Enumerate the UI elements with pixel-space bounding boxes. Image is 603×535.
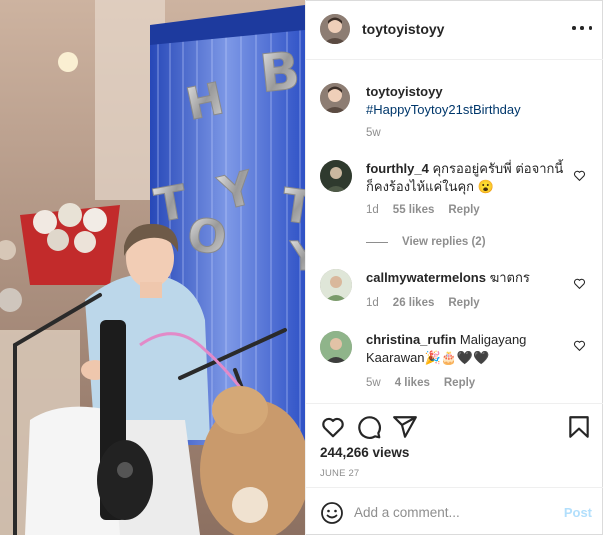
- reply-button[interactable]: Reply: [448, 204, 479, 216]
- comment-age[interactable]: 1d: [366, 204, 379, 216]
- post-video[interactable]: H B T O Y T Y: [0, 0, 305, 535]
- comment-likes[interactable]: 55 likes: [393, 204, 435, 216]
- view-count[interactable]: 244,266 views: [320, 445, 409, 460]
- reply-button[interactable]: Reply: [448, 297, 479, 309]
- comment-item: christina_rufin Maligayang Kaarawan🎉🎂🖤🖤 …: [320, 331, 590, 401]
- comment-icon[interactable]: [356, 414, 382, 440]
- divider-line: [366, 241, 388, 243]
- comment-age[interactable]: 1d: [366, 297, 379, 309]
- view-replies-label: View replies (2): [402, 236, 486, 248]
- share-icon[interactable]: [392, 414, 418, 440]
- comment-text: ฆาตกร: [489, 270, 530, 285]
- post-header: toytoyistoyy: [306, 0, 603, 60]
- wall-light: [58, 52, 78, 72]
- comment-username[interactable]: callmywatermelons: [366, 270, 486, 285]
- heart-icon[interactable]: [573, 339, 586, 352]
- comment-username[interactable]: christina_rufin: [366, 332, 456, 347]
- post-sidebar: toytoyistoyy toytoyistoyy #HappyToytoy21…: [305, 0, 603, 535]
- heart-icon[interactable]: [320, 414, 346, 440]
- author-username[interactable]: toytoyistoyy: [362, 21, 444, 37]
- caption-username[interactable]: toytoyistoyy: [366, 84, 443, 99]
- view-replies-button[interactable]: View replies (2): [366, 236, 486, 248]
- post-date[interactable]: JUNE 27: [320, 468, 359, 479]
- post-caption: toytoyistoyy #HappyToytoy21stBirthday 5w: [320, 83, 590, 143]
- comment-input[interactable]: [354, 498, 544, 526]
- heart-icon[interactable]: [573, 169, 586, 182]
- bookmark-icon[interactable]: [566, 414, 592, 440]
- comment-likes[interactable]: 4 likes: [395, 377, 430, 389]
- add-comment-bar: Post: [306, 487, 603, 535]
- caption-hashtag[interactable]: #HappyToytoy21stBirthday: [366, 102, 521, 117]
- comment-likes[interactable]: 26 likes: [393, 297, 435, 309]
- video-scene: H B T O Y T Y: [0, 0, 305, 535]
- comment-item: callmywatermelons ฆาตกร 1d 26 likes Repl…: [320, 269, 590, 319]
- balloon-letter: Y: [289, 234, 305, 280]
- post-actions: 244,266 views JUNE 27: [306, 403, 603, 487]
- comment-username[interactable]: fourthly_4: [366, 161, 429, 176]
- balloon-letter: O: [185, 207, 230, 265]
- balloon-letter: B: [257, 41, 303, 105]
- commenter-avatar[interactable]: [320, 269, 352, 301]
- comments-list[interactable]: toytoyistoyy #HappyToytoy21stBirthday 5w…: [306, 61, 603, 402]
- reply-button[interactable]: Reply: [444, 377, 475, 389]
- commenter-avatar[interactable]: [320, 160, 352, 192]
- more-options-icon[interactable]: [572, 20, 592, 36]
- post-comment-button[interactable]: Post: [564, 505, 592, 520]
- author-avatar[interactable]: [320, 14, 350, 44]
- emoji-icon[interactable]: [320, 501, 344, 525]
- heart-icon[interactable]: [573, 277, 586, 290]
- comment-age[interactable]: 5w: [366, 377, 381, 389]
- commenter-avatar[interactable]: [320, 331, 352, 363]
- caption-avatar[interactable]: [320, 83, 350, 113]
- caption-age: 5w: [366, 127, 381, 139]
